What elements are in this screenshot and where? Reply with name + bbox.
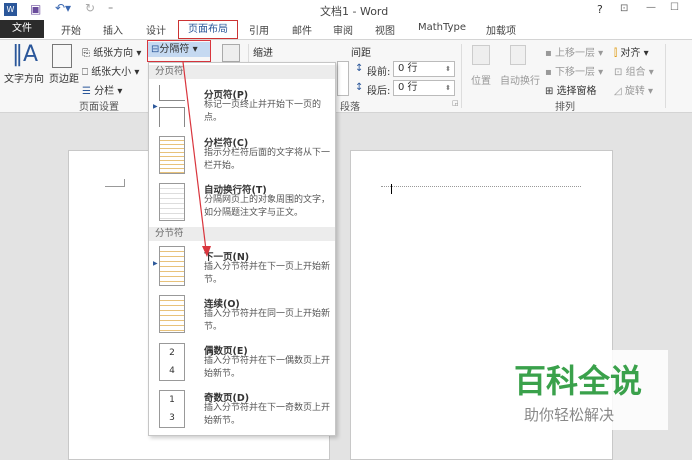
watermark-brand: 百科全说 [514, 362, 643, 400]
watermark-slogan: 助你轻松解决 [524, 406, 615, 424]
watermark: 百科全说 助你轻松解决 [500, 350, 668, 430]
